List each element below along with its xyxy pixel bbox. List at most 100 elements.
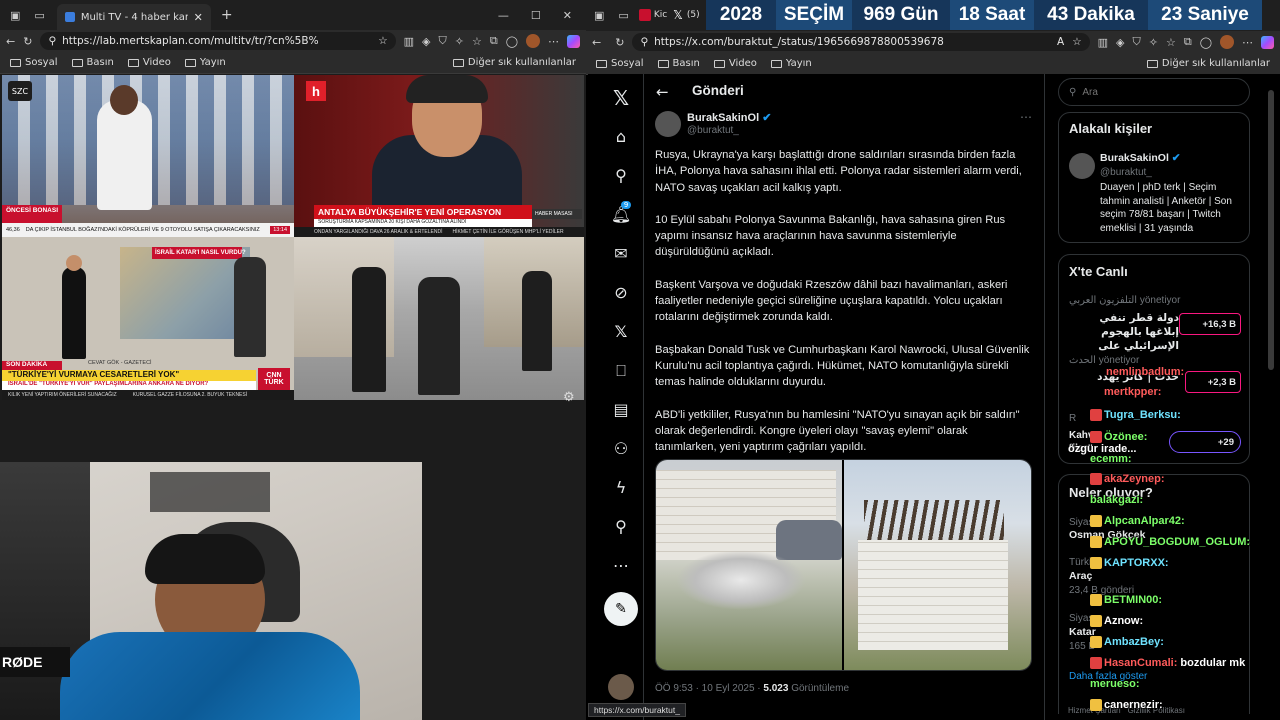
copilot-icon[interactable] [1261,35,1274,49]
more-options-icon[interactable]: ⋯ [1020,110,1032,124]
bookmark-basin[interactable]: Basın [657,58,700,69]
tab-multitv[interactable]: Multi TV - 4 haber kanalını aynı a ✕ [56,4,211,30]
back-icon[interactable]: ← [592,36,601,49]
scrollbar[interactable] [1268,90,1274,370]
streamer-hair [145,534,265,584]
explore-search-icon[interactable]: ⚲ [615,156,627,195]
more-menu-icon[interactable]: ⋯ [1242,36,1253,49]
shield-icon[interactable]: ⛉ [438,34,446,48]
more-menu-icon[interactable]: ⋯ [548,35,559,48]
bookmark-basin[interactable]: Basın [71,57,114,68]
site-info-icon[interactable]: ⚲ [48,35,56,47]
browser-essentials-icon[interactable]: ◯ [506,35,518,48]
live-title[interactable]: دولة قطر تنفي إبلاغها بالهجوم الإسرائيلي… [1069,311,1179,353]
related-avatar[interactable] [1069,153,1095,179]
bookmarks-icon[interactable]: ⎕ [616,351,626,390]
chat-username: ecemm: [1090,453,1132,465]
close-icon[interactable]: ✕ [194,11,203,24]
extension-icon[interactable]: ▥ [1098,36,1108,49]
read-aloud-icon[interactable]: A [1057,36,1064,48]
chat-username: canernezir: [1104,699,1163,711]
bookmark-yayin[interactable]: Yayın [184,57,226,68]
communities-icon[interactable]: ⚇ [614,429,628,468]
tv-szc[interactable]: SZC ÖNCESİ BONASI 46,36 DA ÇIKIP İSTANBU… [2,75,294,237]
home-icon[interactable]: ⌂ [616,117,626,156]
bookmark-yayin[interactable]: Yayın [770,58,812,69]
settings-gear-icon[interactable]: ⚙ [563,390,575,405]
bookmark-sosyal[interactable]: Sosyal [596,58,644,69]
extension-icon[interactable]: ◈ [1116,36,1124,49]
collections-icon[interactable]: ⧉ [1184,35,1192,49]
extension-icon[interactable]: ◈ [422,35,430,48]
tweet-time[interactable]: ÖÖ 9:53 · 10 Eyl 2025 · [655,683,763,694]
tab-title[interactable]: Kic [654,10,667,20]
other-bookmarks[interactable]: Diğer sık kullanılanlar [452,57,576,68]
browser-essentials-icon[interactable]: ◯ [1200,36,1212,49]
x-tab-icon[interactable]: 𝕏 [673,8,683,22]
shield-icon[interactable]: ⛉ [1132,35,1140,49]
bookmark-video[interactable]: Video [713,58,757,69]
live-listener-count[interactable]: +29 [1169,431,1241,453]
x-logo-icon[interactable]: 𝕏 [613,78,629,117]
back-icon[interactable]: ← [6,35,15,48]
window-close-icon[interactable]: ✕ [563,9,572,22]
profile-avatar[interactable] [526,34,540,48]
more-circle-icon[interactable]: ⋯ [613,546,629,585]
notifications-bell-icon[interactable]: 🔔︎ 9 [611,195,632,234]
author-handle[interactable]: @buraktut_ [687,125,739,136]
site-info-icon[interactable]: ⚲ [640,36,648,48]
compose-post-button[interactable]: ✎ [604,592,638,626]
url-field[interactable]: ⚲ https://lab.mertskaplan.com/multitv/tr… [40,32,396,50]
back-arrow-icon[interactable]: ← [656,83,669,101]
maximize-icon[interactable]: ☐ [531,9,541,22]
premium-x-icon[interactable]: 𝕏 [615,312,628,351]
author-avatar[interactable] [655,111,681,137]
bookmark-video[interactable]: Video [127,57,171,68]
tv-street-scene[interactable] [294,237,584,400]
x-search-box[interactable]: ⚲ [1058,78,1250,106]
tab-actions-icon[interactable]: ▣ [594,9,604,22]
messages-mail-icon[interactable]: ✉ [614,234,627,273]
damaged-house-photo[interactable] [656,460,842,670]
account-avatar[interactable] [608,674,634,700]
damaged-roof-photo[interactable] [844,460,1031,670]
tv-halk[interactable]: h ANTALYA BÜYÜKŞEHİR'E YENİ OPERASYON HA… [294,75,584,237]
search-input[interactable] [1082,86,1233,98]
trend-name[interactable]: Araç [1069,570,1092,582]
favorite-star-icon[interactable]: ☆ [1072,36,1081,48]
live-listener-count[interactable]: +2,3 B [1185,371,1241,393]
refresh-icon[interactable]: ↻ [615,36,624,49]
favorites-icon[interactable]: ☆ [1166,36,1176,49]
grok-icon[interactable]: ⊘ [614,273,627,312]
extension-icon[interactable]: ▥ [404,35,414,48]
tab-actions-icon[interactable]: ▣ [10,9,20,22]
chat-message: merueso: [1090,678,1140,690]
verified-orgs-lightning-icon[interactable]: ϟ [616,468,627,507]
live-listener-count[interactable]: +16,3 B [1179,313,1241,335]
tab-favicon-icon [64,12,75,22]
countdown-days: 969 Gün [852,0,950,30]
favorite-star-icon[interactable]: ☆ [378,35,387,47]
tv-cnn[interactable]: İSRAİL KATAR'I NASIL VURDU? CEVAT GÖK - … [2,237,294,400]
puzzle-icon[interactable]: ✧ [455,35,464,48]
tab-list-icon[interactable]: ▭ [34,9,44,22]
profile-person-icon[interactable]: ⚲ [615,507,627,546]
profile-avatar[interactable] [1220,35,1234,49]
tab-favicon-icon[interactable] [638,9,651,21]
url-field[interactable]: ⚲ https://x.com/buraktut_/status/1965669… [632,33,1090,51]
related-name[interactable]: BurakSakinOl ✔ [1100,152,1181,164]
puzzle-icon[interactable]: ✧ [1149,36,1158,49]
new-tab-icon[interactable]: + [221,7,233,23]
collections-icon[interactable]: ⧉ [490,34,498,48]
tab-count[interactable]: (5) [687,10,700,20]
jobs-briefcase-icon[interactable]: ▤ [613,390,628,429]
minimize-icon[interactable]: — [498,9,509,22]
refresh-icon[interactable]: ↻ [23,35,32,48]
bookmark-sosyal[interactable]: Sosyal [10,57,58,68]
other-bookmarks[interactable]: Diğer sık kullanılanlar [1146,58,1270,69]
favorites-icon[interactable]: ☆ [472,35,482,48]
author-name[interactable]: BurakSakinOl ✔ [687,111,771,124]
tweet-media[interactable] [655,459,1032,671]
copilot-icon[interactable] [567,34,580,48]
tab-list-icon[interactable]: ▭ [618,9,628,22]
